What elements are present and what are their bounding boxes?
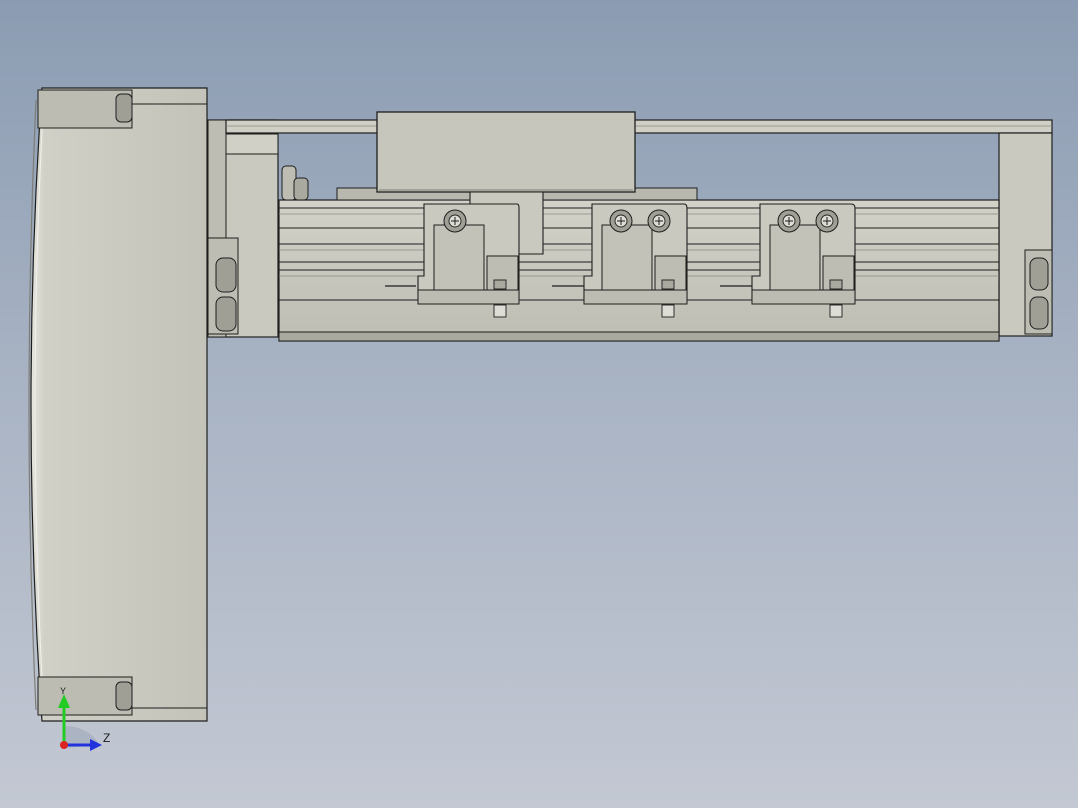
right-end-block[interactable] [998, 132, 1053, 337]
z-axis-label: Z [103, 731, 111, 745]
cad-model-view[interactable] [0, 0, 1078, 808]
bolt-icon [829, 304, 843, 318]
origin-dot-icon [60, 741, 68, 749]
motor-cover-face [30, 87, 208, 722]
sensor-bracket[interactable] [417, 203, 520, 318]
motor-cover[interactable] [28, 87, 208, 722]
left-bracket[interactable] [281, 165, 309, 201]
sensor-bracket[interactable] [751, 203, 856, 318]
carriage-top-plate [376, 111, 636, 193]
bolt-icon [661, 304, 675, 318]
y-axis-label: Y [60, 686, 67, 696]
bolt-icon [493, 304, 507, 318]
top-cover-strip[interactable] [225, 119, 1053, 134]
motor-flange[interactable] [207, 119, 279, 338]
sensor-bracket[interactable] [583, 203, 688, 318]
graphics-viewport[interactable]: Y Z [0, 0, 1078, 808]
